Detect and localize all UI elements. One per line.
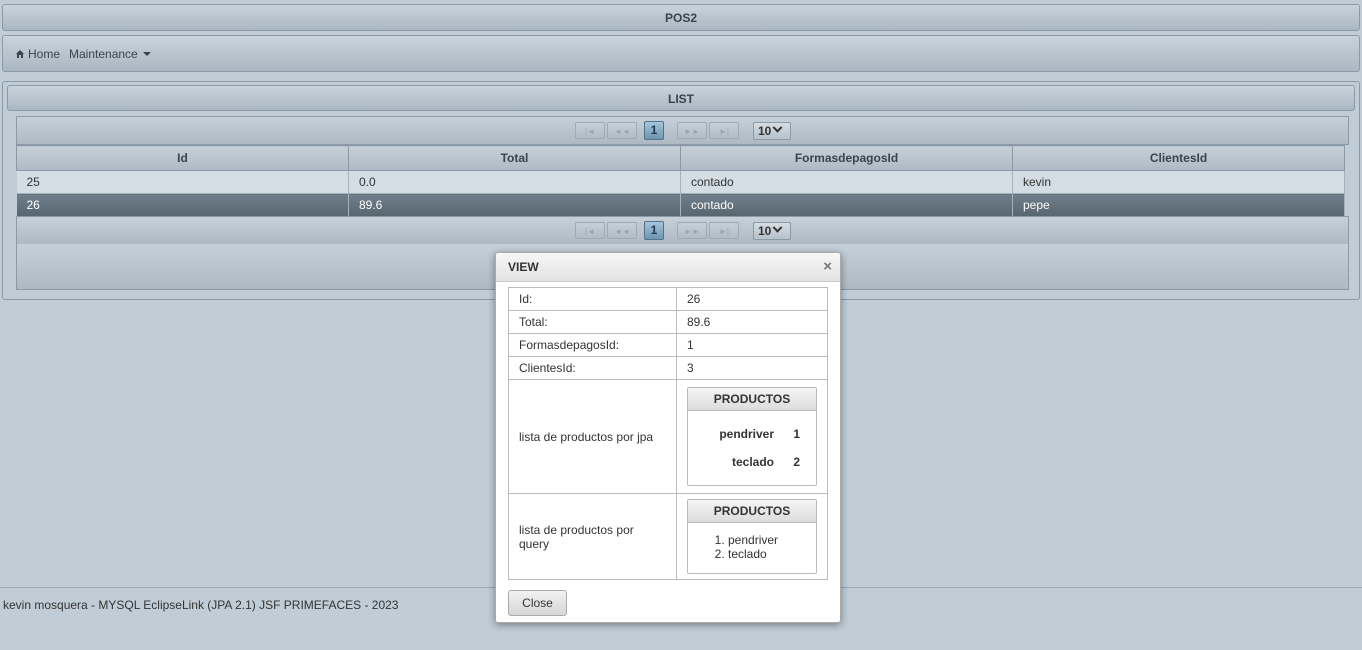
- column-header-total[interactable]: Total: [348, 145, 681, 171]
- dialog-title: VIEW: [508, 260, 539, 274]
- field-label-total: Total:: [508, 310, 677, 334]
- field-label-formas: FormasdepagosId:: [508, 333, 677, 357]
- menu-maintenance-label: Maintenance: [69, 46, 138, 61]
- menu-maintenance[interactable]: Maintenance: [69, 47, 151, 61]
- jpa-products-grid: pendriver 1 teclado 2: [688, 411, 816, 485]
- close-icon[interactable]: ×: [823, 253, 832, 281]
- home-icon: [16, 49, 24, 58]
- product-name: pendriver: [719, 427, 774, 441]
- product-name: teclado: [731, 455, 774, 469]
- prev-page-button[interactable]: ◄◄: [607, 122, 637, 139]
- cell-clientes: kevin: [1012, 170, 1345, 194]
- page-1-button[interactable]: 1: [644, 121, 664, 140]
- field-value-id: 26: [676, 287, 828, 311]
- jpa-products-header: PRODUCTOS: [688, 388, 816, 411]
- field-label-clientes: ClientesId:: [508, 356, 677, 380]
- cell-clientes: pepe: [1012, 193, 1345, 217]
- list-item: pendriver: [728, 533, 816, 547]
- app-title: POS2: [2, 4, 1360, 31]
- cell-id: 26: [16, 193, 349, 217]
- query-products-list: pendriver teclado: [688, 523, 816, 573]
- query-products-label: lista de productos por query: [508, 493, 677, 580]
- query-products-panel: PRODUCTOS pendriver teclado: [687, 499, 817, 574]
- chevron-down-icon: [772, 122, 783, 133]
- table-row-selected[interactable]: 26 89.6 contado pepe: [16, 193, 1345, 217]
- field-value-clientes: 3: [676, 356, 828, 380]
- list-item: pendriver 1: [688, 420, 816, 448]
- page-1-button[interactable]: 1: [644, 221, 664, 240]
- rows-per-page-value: 10: [758, 223, 772, 238]
- caret-down-icon: [142, 51, 151, 56]
- menu-home[interactable]: Home: [15, 47, 60, 61]
- field-value-formas: 1: [676, 333, 828, 357]
- list-item: teclado 2: [688, 448, 816, 476]
- last-page-button[interactable]: ►|: [709, 122, 739, 139]
- cell-formas: contado: [680, 170, 1013, 194]
- paginator-bottom: |◄ ◄◄ 1 ►► ►| 10: [16, 216, 1349, 245]
- field-label-id: Id:: [508, 287, 677, 311]
- menubar: Home Maintenance: [2, 35, 1360, 72]
- jpa-products-panel: PRODUCTOS pendriver 1 teclado 2: [687, 387, 817, 486]
- cell-total: 0.0: [348, 170, 681, 194]
- chevron-down-icon: [772, 222, 783, 233]
- product-qty: 2: [793, 455, 800, 469]
- data-table: Id Total FormasdepagosId ClientesId 25 0…: [16, 145, 1345, 217]
- next-page-button[interactable]: ►►: [677, 222, 707, 239]
- cell-total: 89.6: [348, 193, 681, 217]
- rows-per-page-select[interactable]: 10: [753, 121, 791, 140]
- rows-per-page-value: 10: [758, 123, 772, 138]
- prev-page-button[interactable]: ◄◄: [607, 222, 637, 239]
- rows-per-page-select[interactable]: 10: [753, 221, 791, 240]
- list-item: teclado: [728, 547, 816, 561]
- field-value-total: 89.6: [676, 310, 828, 334]
- menu-home-label: Home: [28, 46, 61, 61]
- column-header-formas[interactable]: FormasdepagosId: [680, 145, 1013, 171]
- first-page-button[interactable]: |◄: [575, 122, 605, 139]
- last-page-button[interactable]: ►|: [709, 222, 739, 239]
- list-header: LIST: [7, 85, 1355, 111]
- product-qty: 1: [793, 427, 800, 441]
- view-dialog: VIEW × Id: 26 Total: 89.6 FormasdepagosI…: [495, 252, 841, 623]
- paginator-top: |◄ ◄◄ 1 ►► ►| 10: [16, 116, 1349, 145]
- close-button[interactable]: Close: [508, 590, 567, 616]
- dialog-titlebar: VIEW ×: [496, 253, 840, 282]
- jpa-products-label: lista de productos por jpa: [508, 379, 677, 494]
- footer-text: kevin mosquera - MYSQL EclipseLink (JPA …: [3, 598, 399, 612]
- column-header-id[interactable]: Id: [16, 145, 349, 171]
- query-products-header: PRODUCTOS: [688, 500, 816, 523]
- next-page-button[interactable]: ►►: [677, 122, 707, 139]
- table-row[interactable]: 25 0.0 contado kevin: [16, 170, 1345, 194]
- view-details-table: Id: 26 Total: 89.6 FormasdepagosId: 1 Cl…: [508, 287, 828, 580]
- column-header-clientes[interactable]: ClientesId: [1012, 145, 1345, 171]
- cell-id: 25: [16, 170, 349, 194]
- cell-formas: contado: [680, 193, 1013, 217]
- first-page-button[interactable]: |◄: [575, 222, 605, 239]
